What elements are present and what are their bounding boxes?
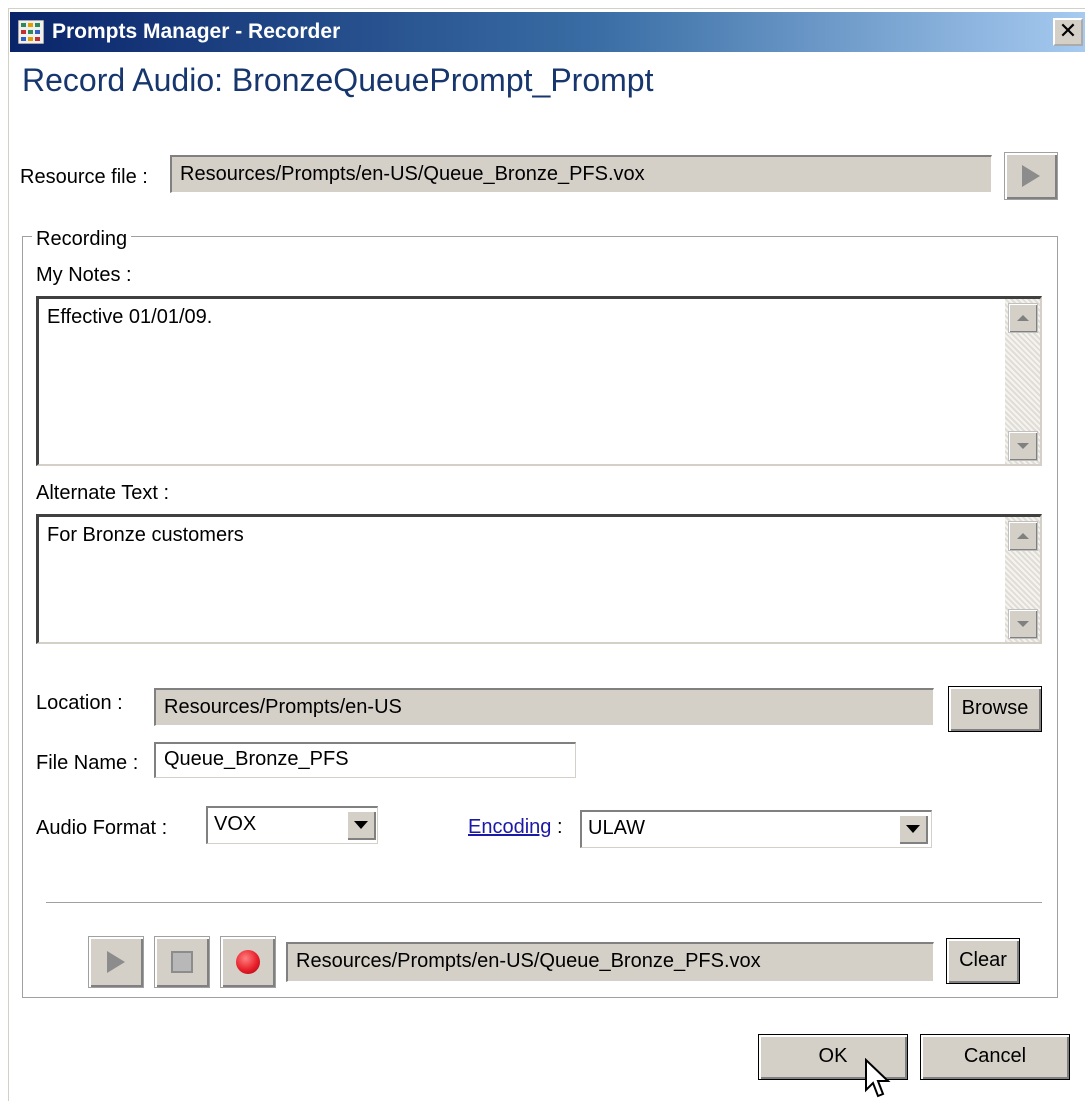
scroll-up-icon — [1017, 315, 1029, 321]
resource-play-button[interactable] — [1004, 152, 1058, 200]
alternate-scroll-down-button[interactable] — [1008, 609, 1038, 639]
notes-scrollbar[interactable] — [1005, 299, 1040, 464]
play-icon — [1022, 165, 1040, 187]
scroll-up-icon — [1017, 533, 1029, 539]
location-field: Resources/Prompts/en-US — [154, 688, 934, 726]
alternate-text-scrollbar[interactable] — [1005, 517, 1040, 642]
close-button[interactable]: ✕ — [1053, 18, 1083, 46]
app-grid-icon — [18, 20, 44, 44]
close-icon: ✕ — [1058, 18, 1078, 43]
audio-format-select[interactable]: VOX — [206, 806, 378, 844]
alternate-text-value: For Bronze customers — [47, 524, 244, 546]
notes-textarea[interactable]: Effective 01/01/09. — [36, 296, 1042, 466]
clear-button[interactable]: Clear — [946, 938, 1020, 984]
file-name-input[interactable]: Queue_Bronze_PFS — [154, 742, 576, 778]
notes-scroll-up-button[interactable] — [1008, 303, 1038, 333]
play-button[interactable] — [88, 936, 144, 988]
chevron-down-icon — [354, 821, 368, 829]
alternate-text-textarea[interactable]: For Bronze customers — [36, 514, 1042, 644]
cancel-button[interactable]: Cancel — [920, 1034, 1070, 1080]
stop-button[interactable] — [154, 936, 210, 988]
record-icon — [236, 950, 260, 974]
divider — [46, 902, 1042, 904]
window-title: Prompts Manager - Recorder — [52, 20, 341, 43]
recording-group-label: Recording — [32, 226, 132, 252]
page-title: Record Audio: BronzeQueuePrompt_Prompt — [22, 62, 654, 98]
scroll-down-icon — [1017, 443, 1029, 449]
audio-format-value: VOX — [214, 813, 257, 835]
stop-icon — [171, 951, 193, 973]
mouse-cursor-icon — [865, 1058, 891, 1098]
encoding-dropdown-button[interactable] — [898, 814, 928, 844]
location-label: Location : — [36, 692, 123, 714]
encoding-link[interactable]: Encoding — [468, 816, 551, 838]
audio-format-label: Audio Format : — [36, 817, 168, 839]
resource-file-label: Resource file : — [20, 166, 148, 188]
encoding-colon: : — [556, 816, 563, 838]
encoding-label-row: Encoding : — [468, 814, 563, 840]
encoding-value: ULAW — [588, 817, 646, 839]
chevron-down-icon — [906, 825, 920, 833]
play-icon — [107, 951, 125, 973]
playback-file-field: Resources/Prompts/en-US/Queue_Bronze_PFS… — [286, 942, 934, 982]
alternate-scroll-up-button[interactable] — [1008, 521, 1038, 551]
notes-label: My Notes : — [36, 264, 132, 286]
alternate-text-label: Alternate Text : — [36, 482, 170, 504]
browse-button[interactable]: Browse — [948, 686, 1042, 732]
resource-file-field: Resources/Prompts/en-US/Queue_Bronze_PFS… — [170, 155, 992, 193]
encoding-select[interactable]: ULAW — [580, 810, 932, 848]
notes-scroll-down-button[interactable] — [1008, 431, 1038, 461]
file-name-label: File Name : — [36, 752, 139, 774]
audio-format-dropdown-button[interactable] — [346, 810, 376, 840]
record-button[interactable] — [220, 936, 276, 988]
scroll-down-icon — [1017, 621, 1029, 627]
notes-text: Effective 01/01/09. — [47, 306, 213, 328]
